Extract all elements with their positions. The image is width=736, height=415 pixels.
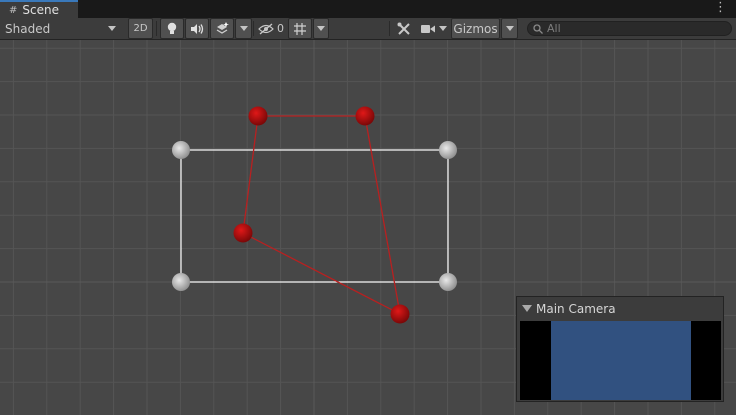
gizmos-dropdown[interactable] <box>501 18 518 39</box>
eye-hidden-icon <box>258 23 274 34</box>
red-handle-2[interactable] <box>355 106 375 126</box>
search-icon <box>533 23 543 34</box>
grid-icon <box>294 22 306 35</box>
camera-preview-fill <box>551 321 691 400</box>
chevron-down-icon <box>439 26 447 31</box>
toggle-2d-label: 2D <box>133 23 148 34</box>
toolbar-divider <box>156 21 157 36</box>
audio-toggle-button[interactable] <box>185 18 209 39</box>
lighting-toggle-button[interactable] <box>160 18 184 39</box>
gray-handle-top-left[interactable] <box>172 141 190 159</box>
gray-handle-top-right[interactable] <box>439 141 457 159</box>
hidden-count: 0 <box>277 22 284 35</box>
triangle-down-icon[interactable] <box>522 305 532 312</box>
camera-preview-header[interactable]: Main Camera <box>517 297 723 320</box>
grid-dropdown[interactable] <box>313 18 329 39</box>
scene-viewport[interactable]: Main Camera <box>0 40 736 415</box>
wrench-tools-icon <box>397 22 410 35</box>
effects-toggle-button[interactable] <box>210 18 234 39</box>
tools-button[interactable] <box>393 18 415 39</box>
layers-effects-icon <box>216 22 229 34</box>
gizmos-toggle-button[interactable]: Gizmos <box>451 18 500 39</box>
chevron-down-icon <box>239 26 248 31</box>
camera-preview-title: Main Camera <box>536 301 616 316</box>
search-input[interactable]: All <box>527 21 732 36</box>
grid-hash-icon: # <box>9 4 18 16</box>
shading-mode-label: Shaded <box>5 21 51 36</box>
video-camera-icon <box>421 24 435 33</box>
more-options-icon[interactable]: ⋮ <box>714 1 727 15</box>
toolbar-divider <box>389 21 390 36</box>
gray-handle-bottom-right[interactable] <box>439 273 457 291</box>
chevron-down-icon <box>505 26 514 31</box>
lightbulb-icon <box>167 22 177 34</box>
chevron-down-icon <box>317 26 325 31</box>
gizmos-label: Gizmos <box>453 21 498 36</box>
tab-scene-label: Scene <box>22 3 59 17</box>
scene-toolbar: Shaded 2D 0 Gizmos All <box>0 18 736 40</box>
camera-preview-view <box>520 321 721 400</box>
hidden-objects-toggle[interactable]: 0 <box>256 18 286 39</box>
tab-bar: # Scene ⋮ <box>0 0 736 18</box>
gray-handle-bottom-left[interactable] <box>172 273 190 291</box>
search-placeholder: All <box>547 22 561 35</box>
toolbar-divider <box>253 21 254 36</box>
camera-preview-panel[interactable]: Main Camera <box>516 296 724 402</box>
tab-scene[interactable]: # Scene <box>0 0 78 18</box>
shading-mode-dropdown[interactable]: Shaded <box>0 18 122 39</box>
grid-toggle-button[interactable] <box>288 18 312 39</box>
toggle-2d-button[interactable]: 2D <box>128 18 153 39</box>
red-handle-3[interactable] <box>233 223 253 243</box>
effects-dropdown[interactable] <box>235 18 252 39</box>
speaker-icon <box>191 23 204 34</box>
chevron-down-icon <box>108 26 116 31</box>
red-handle-1[interactable] <box>248 106 268 126</box>
red-handle-4[interactable] <box>390 304 410 324</box>
camera-settings-dropdown[interactable] <box>418 18 450 39</box>
